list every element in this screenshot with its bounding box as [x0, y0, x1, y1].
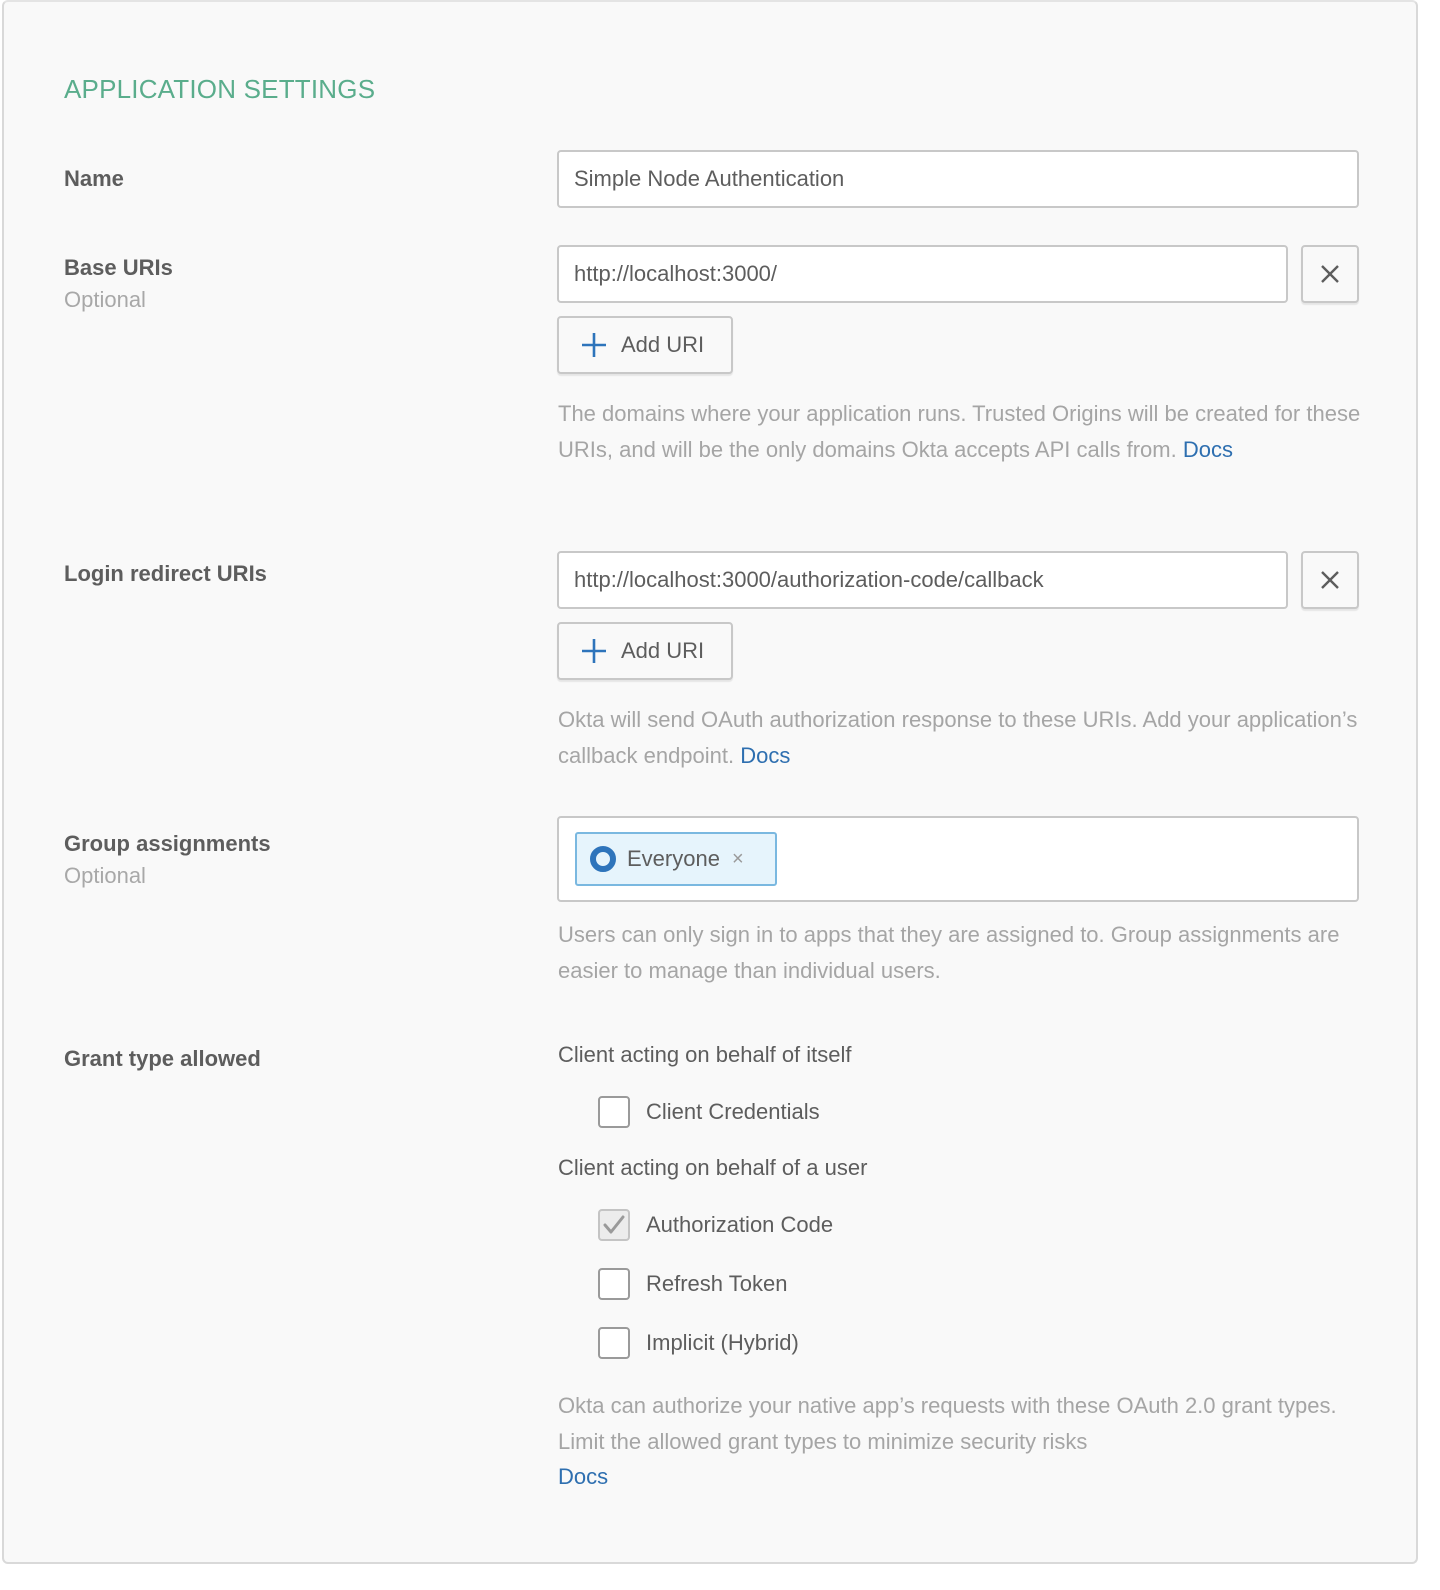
base-uris-label: Base URIs: [64, 255, 173, 280]
grant-option-client-credentials[interactable]: Client Credentials: [598, 1096, 820, 1128]
client-credentials-checkbox[interactable]: [598, 1096, 630, 1128]
client-credentials-label: Client Credentials: [646, 1099, 820, 1124]
name-input[interactable]: Simple Node Authentication: [557, 150, 1359, 208]
remove-group-chip-icon[interactable]: ×: [732, 848, 744, 871]
checkmark-icon: [603, 1215, 625, 1234]
base-uris-help: The domains where your application runs.…: [558, 396, 1368, 467]
authorization-code-label: Authorization Code: [646, 1212, 834, 1237]
grant-type-label: Grant type allowed: [64, 1046, 261, 1071]
add-login-redirect-uri-button[interactable]: Add URI: [557, 622, 733, 680]
group-assignments-optional-label: Optional: [64, 863, 146, 888]
authorization-code-checkbox[interactable]: [598, 1209, 630, 1241]
grant-option-implicit-hybrid[interactable]: Implicit (Hybrid): [598, 1327, 799, 1359]
base-uris-help-text: The domains where your application runs.…: [558, 401, 1361, 462]
grant-option-authorization-code[interactable]: Authorization Code: [598, 1209, 833, 1241]
plus-icon: [582, 333, 606, 357]
close-icon: [1321, 571, 1339, 589]
login-redirect-uris-docs-link[interactable]: Docs: [740, 743, 790, 768]
login-redirect-uris-label: Login redirect URIs: [64, 561, 267, 586]
group-assignments-input[interactable]: Everyone ×: [557, 816, 1359, 902]
login-redirect-uris-help: Okta will send OAuth authorization respo…: [558, 702, 1368, 773]
implicit-hybrid-label: Implicit (Hybrid): [646, 1330, 799, 1355]
grant-group-heading-user: Client acting on behalf of a user: [558, 1155, 868, 1180]
add-base-uri-button[interactable]: Add URI: [557, 316, 733, 374]
group-assignments-help: Users can only sign in to apps that they…: [558, 917, 1368, 988]
refresh-token-label: Refresh Token: [646, 1271, 788, 1296]
group-assignments-label: Group assignments: [64, 831, 271, 856]
section-title: APPLICATION SETTINGS: [64, 74, 376, 104]
remove-login-redirect-uri-button[interactable]: [1301, 551, 1359, 609]
grant-group-heading-itself: Client acting on behalf of itself: [558, 1042, 852, 1067]
implicit-hybrid-checkbox[interactable]: [598, 1327, 630, 1359]
add-login-redirect-uri-label: Add URI: [621, 638, 705, 663]
refresh-token-checkbox[interactable]: [598, 1268, 630, 1300]
grant-types-help: Okta can authorize your native app’s req…: [558, 1388, 1368, 1495]
name-label: Name: [64, 166, 124, 191]
login-redirect-uri-input[interactable]: http://localhost:3000/authorization-code…: [557, 551, 1288, 609]
close-icon: [1321, 265, 1339, 283]
group-icon: [590, 846, 616, 872]
base-uri-input[interactable]: http://localhost:3000/: [557, 245, 1288, 303]
plus-icon: [582, 639, 606, 663]
remove-base-uri-button[interactable]: [1301, 245, 1359, 303]
grant-types-help-text: Okta can authorize your native app’s req…: [558, 1393, 1337, 1454]
group-assignments-help-text: Users can only sign in to apps that they…: [558, 922, 1340, 983]
grant-option-refresh-token[interactable]: Refresh Token: [598, 1268, 787, 1300]
grant-types-docs-link[interactable]: Docs: [558, 1459, 1368, 1495]
add-base-uri-label: Add URI: [621, 332, 705, 357]
application-settings-panel: APPLICATION SETTINGS Name Simple Node Au…: [2, 0, 1418, 1564]
group-chip-everyone: Everyone ×: [575, 832, 777, 886]
base-uris-docs-link[interactable]: Docs: [1183, 437, 1233, 462]
group-chip-label: Everyone: [627, 846, 720, 871]
login-redirect-uris-help-text: Okta will send OAuth authorization respo…: [558, 707, 1358, 768]
base-uris-optional-label: Optional: [64, 287, 146, 312]
